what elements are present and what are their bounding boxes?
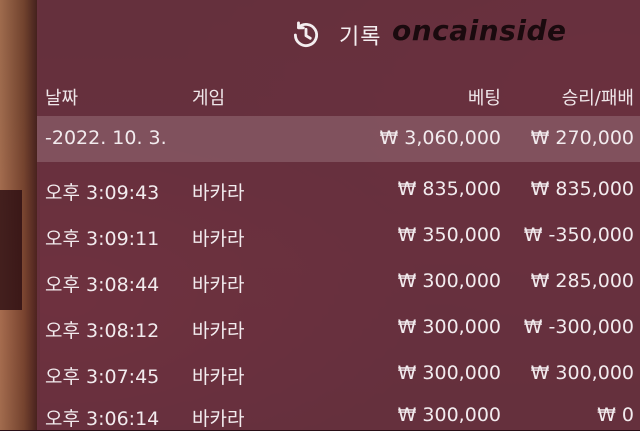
row-time: 오후 3:08:44 bbox=[45, 274, 160, 296]
row-game: 바카라 bbox=[192, 320, 245, 342]
history-panel: 기록 oncainside 날짜 게임 베팅 승리/패배 -2022. 10. … bbox=[37, 0, 640, 430]
row-bet: ₩ 300,000 bbox=[397, 316, 501, 338]
row-time: 오후 3:09:11 bbox=[45, 228, 160, 250]
table-row[interactable]: 오후 3:08:12 바카라 ₩ 300,000 ₩ -300,000 bbox=[37, 304, 640, 350]
watermark-logo: oncainside bbox=[392, 14, 567, 47]
table-row[interactable]: 오후 3:09:11 바카라 ₩ 350,000 ₩ -350,000 bbox=[37, 212, 640, 258]
summary-date: -2022. 10. 3. bbox=[45, 127, 167, 149]
table-row[interactable]: 오후 3:08:44 바카라 ₩ 300,000 ₩ 285,000 bbox=[37, 258, 640, 304]
row-result: ₩ 300,000 bbox=[530, 362, 634, 384]
row-result: ₩ 0 bbox=[597, 404, 634, 426]
row-bet: ₩ 300,000 bbox=[397, 362, 501, 384]
row-game: 바카라 bbox=[192, 366, 245, 388]
row-bet: ₩ 835,000 bbox=[397, 178, 501, 200]
row-bet: ₩ 350,000 bbox=[397, 224, 501, 246]
row-game: 바카라 bbox=[192, 182, 245, 204]
row-game: 바카라 bbox=[192, 274, 245, 296]
summary-row[interactable]: -2022. 10. 3. ₩ 3,060,000 ₩ 270,000 bbox=[37, 116, 640, 162]
row-result: ₩ 835,000 bbox=[530, 178, 634, 200]
table-row[interactable]: 오후 3:09:43 바카라 ₩ 835,000 ₩ 835,000 bbox=[37, 166, 640, 212]
row-result: ₩ 285,000 bbox=[530, 270, 634, 292]
column-header-date: 날짜 bbox=[45, 88, 79, 109]
row-result: ₩ -300,000 bbox=[523, 316, 634, 338]
summary-result: ₩ 270,000 bbox=[530, 127, 634, 149]
background-shadow bbox=[0, 190, 22, 310]
page-title: 기록 bbox=[339, 25, 382, 50]
column-header-game: 게임 bbox=[192, 88, 226, 109]
table-row[interactable]: 오후 3:07:45 바카라 ₩ 300,000 ₩ 300,000 bbox=[37, 350, 640, 396]
row-game: 바카라 bbox=[192, 228, 245, 250]
row-time: 오후 3:09:43 bbox=[45, 182, 160, 204]
row-bet: ₩ 300,000 bbox=[397, 404, 501, 426]
column-header-result: 승리/패배 bbox=[561, 88, 634, 109]
row-time: 오후 3:06:14 bbox=[45, 408, 160, 430]
history-header: 기록 oncainside bbox=[37, 0, 640, 70]
row-result: ₩ -350,000 bbox=[523, 224, 634, 246]
history-icon bbox=[293, 21, 318, 48]
table-row[interactable]: 오후 3:06:14 바카라 ₩ 300,000 ₩ 0 bbox=[37, 396, 640, 430]
row-time: 오후 3:07:45 bbox=[45, 366, 160, 388]
row-time: 오후 3:08:12 bbox=[45, 320, 160, 342]
row-bet: ₩ 300,000 bbox=[397, 270, 501, 292]
summary-bet: ₩ 3,060,000 bbox=[379, 127, 501, 149]
row-game: 바카라 bbox=[192, 408, 245, 430]
column-header-bet: 베팅 bbox=[467, 88, 501, 109]
